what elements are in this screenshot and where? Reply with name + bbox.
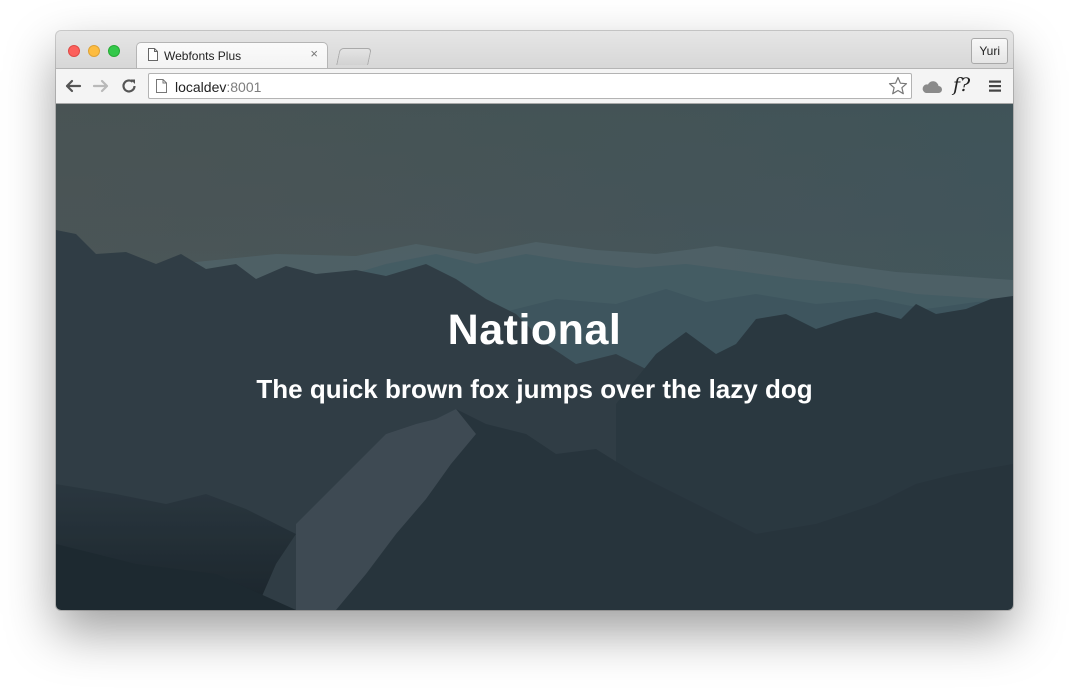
toolbar: localdev:8001 f?	[56, 68, 1013, 104]
cloud-icon[interactable]	[921, 79, 943, 95]
star-icon[interactable]	[887, 75, 909, 97]
tab-strip: Webfonts Plus × Yuri	[56, 31, 1013, 70]
new-tab-button[interactable]	[336, 48, 372, 65]
minimize-window-button[interactable]	[88, 45, 100, 57]
close-window-button[interactable]	[68, 45, 80, 57]
tab-title: Webfonts Plus	[164, 49, 242, 63]
page-icon	[156, 79, 167, 93]
url-port: :8001	[226, 79, 262, 95]
url-host: localdev	[175, 79, 227, 95]
profile-button[interactable]: Yuri	[971, 38, 1008, 64]
page-viewport: National The quick brown fox jumps over …	[56, 104, 1013, 610]
page-subtitle: The quick brown fox jumps over the lazy …	[256, 374, 813, 404]
tab-webfonts-plus[interactable]: Webfonts Plus ×	[136, 42, 328, 70]
forward-arrow-icon[interactable]	[92, 77, 110, 95]
address-bar[interactable]: localdev:8001	[148, 73, 912, 99]
menu-icon[interactable]	[988, 79, 1002, 93]
maximize-window-button[interactable]	[108, 45, 120, 57]
browser-window: Webfonts Plus × Yuri localdev:8001 f? Na…	[56, 31, 1013, 610]
reload-icon[interactable]	[120, 77, 138, 95]
url-text: localdev:8001	[175, 79, 261, 95]
page-icon	[148, 48, 158, 61]
mountain-background	[56, 104, 1013, 610]
back-arrow-icon[interactable]	[64, 77, 82, 95]
page-title: National	[447, 306, 622, 354]
close-tab-icon[interactable]: ×	[310, 46, 318, 61]
font-question-icon[interactable]: f?	[953, 74, 970, 96]
